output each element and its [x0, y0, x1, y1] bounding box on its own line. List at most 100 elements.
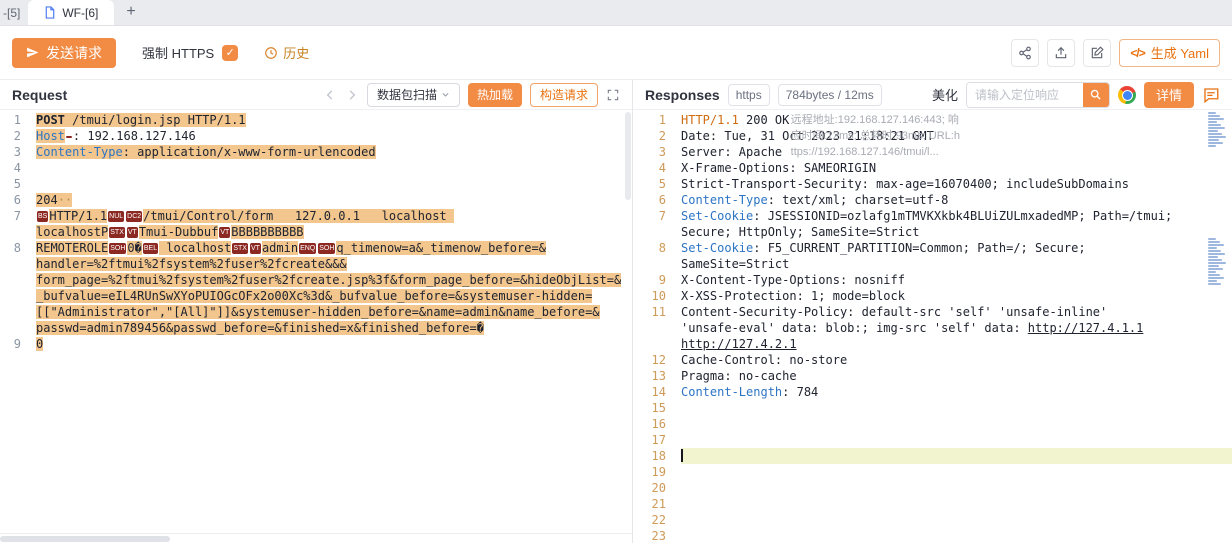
code-line[interactable]: 21: [633, 496, 1232, 512]
request-editor[interactable]: 1POST /tmui/login.jsp HTTP/1.12Host: 192…: [0, 110, 632, 533]
code-line[interactable]: [["Administrator","[All]"]]&systemuser-h…: [0, 304, 632, 320]
construct-request-button[interactable]: 构造请求: [530, 83, 598, 107]
code-line[interactable]: _bufvalue=eIL4RUnSwXYoPUIOGcOFx2o00Xc%3d…: [0, 288, 632, 304]
search-button[interactable]: [1083, 83, 1109, 107]
edit-button[interactable]: [1083, 39, 1111, 67]
code-line[interactable]: localhostPSTXVTTmui-DubbufVTBBBBBBBBBB: [0, 224, 632, 240]
line-content[interactable]: [36, 176, 632, 192]
code-line[interactable]: 7Set-Cookie: JSESSIONID=ozlafg1mTMVKXkbk…: [633, 208, 1232, 224]
code-line[interactable]: passwd=admin789456&passwd_before=&finish…: [0, 320, 632, 336]
send-request-button[interactable]: 发送请求: [12, 38, 116, 68]
code-line[interactable]: 12Cache-Control: no-store: [633, 352, 1232, 368]
generate-yaml-button[interactable]: </> 生成 Yaml: [1119, 39, 1220, 67]
line-content[interactable]: [681, 480, 1232, 496]
line-content[interactable]: passwd=admin789456&passwd_before=&finish…: [36, 320, 632, 336]
line-content[interactable]: Pragma: no-cache: [681, 368, 1232, 384]
code-line[interactable]: 15: [633, 400, 1232, 416]
export-button[interactable]: [1047, 39, 1075, 67]
line-content[interactable]: _bufvalue=eIL4RUnSwXYoPUIOGcOFx2o00Xc%3d…: [36, 288, 632, 304]
request-editor-hscrollbar[interactable]: [0, 533, 632, 543]
code-line[interactable]: handler=%2ftmui%2fsystem%2fuser%2fcreate…: [0, 256, 632, 272]
details-button[interactable]: 详情: [1144, 82, 1194, 108]
line-content[interactable]: handler=%2ftmui%2fsystem%2fuser%2fcreate…: [36, 256, 632, 272]
line-content[interactable]: SameSite=Strict: [681, 256, 1232, 272]
code-line[interactable]: 8REMOTEROLESOH0�BEL localhostSTXVTadminE…: [0, 240, 632, 256]
share-button[interactable]: [1011, 39, 1039, 67]
code-line[interactable]: 2Date: Tue, 31 Oct 2023 21:18:21 GMT: [633, 128, 1232, 144]
line-content[interactable]: Date: Tue, 31 Oct 2023 21:18:21 GMT: [681, 128, 1232, 144]
code-line[interactable]: 2Host: 192.168.127.146: [0, 128, 632, 144]
code-line[interactable]: SameSite=Strict: [633, 256, 1232, 272]
line-content[interactable]: Content-Type: text/xml; charset=utf-8: [681, 192, 1232, 208]
line-content[interactable]: Host: 192.168.127.146: [36, 128, 632, 144]
line-content[interactable]: 'unsafe-eval' data: blob:; img-src 'self…: [681, 320, 1232, 336]
code-line[interactable]: 4: [0, 160, 632, 176]
line-content[interactable]: 0: [36, 336, 632, 352]
line-content[interactable]: http://127.4.2.1: [681, 336, 1232, 352]
code-line[interactable]: 6Content-Type: text/xml; charset=utf-8: [633, 192, 1232, 208]
request-editor-vscrollbar[interactable]: [625, 112, 631, 200]
code-line[interactable]: 10X-XSS-Protection: 1; mode=block: [633, 288, 1232, 304]
code-line[interactable]: 7BSHTTP/1.1NULDC2/tmui/Control/form 127.…: [0, 208, 632, 224]
line-content[interactable]: BSHTTP/1.1NULDC2/tmui/Control/form 127.0…: [36, 208, 632, 224]
code-line[interactable]: 6204··: [0, 192, 632, 208]
line-content[interactable]: [681, 512, 1232, 528]
line-content[interactable]: Content-Length: 784: [681, 384, 1232, 400]
line-content[interactable]: Set-Cookie: F5_CURRENT_PARTITION=Common;…: [681, 240, 1232, 256]
code-line[interactable]: form_page=%2ftmui%2fsystem%2fuser%2fcrea…: [0, 272, 632, 288]
line-content[interactable]: X-Content-Type-Options: nosniff: [681, 272, 1232, 288]
request-editor-hscroll-thumb[interactable]: [0, 536, 170, 542]
history-button[interactable]: 历史: [264, 43, 309, 62]
line-content[interactable]: POST /tmui/login.jsp HTTP/1.1: [36, 112, 632, 128]
next-request-button[interactable]: [345, 88, 359, 102]
line-content[interactable]: Secure; HttpOnly; SameSite=Strict: [681, 224, 1232, 240]
code-line[interactable]: 9X-Content-Type-Options: nosniff: [633, 272, 1232, 288]
line-content[interactable]: X-XSS-Protection: 1; mode=block: [681, 288, 1232, 304]
code-line[interactable]: 5Strict-Transport-Security: max-age=1607…: [633, 176, 1232, 192]
line-content[interactable]: [681, 416, 1232, 432]
code-line[interactable]: 22: [633, 512, 1232, 528]
line-content[interactable]: Server: Apache: [681, 144, 1232, 160]
code-line[interactable]: 3Server: Apache: [633, 144, 1232, 160]
tab-active[interactable]: WF-[6]: [28, 0, 114, 25]
response-extra-button[interactable]: [1202, 86, 1220, 104]
line-content[interactable]: REMOTEROLESOH0�BEL localhostSTXVTadminEN…: [36, 240, 632, 256]
line-content[interactable]: localhostPSTXVTTmui-DubbufVTBBBBBBBBBB: [36, 224, 632, 240]
line-content[interactable]: [681, 496, 1232, 512]
code-line[interactable]: 20: [633, 480, 1232, 496]
line-content[interactable]: [681, 400, 1232, 416]
open-in-chrome-button[interactable]: [1118, 86, 1136, 104]
code-line[interactable]: 16: [633, 416, 1232, 432]
line-content[interactable]: [36, 160, 632, 176]
code-line[interactable]: 'unsafe-eval' data: blob:; img-src 'self…: [633, 320, 1232, 336]
line-content[interactable]: [681, 432, 1232, 448]
minimap[interactable]: [1208, 112, 1230, 543]
packet-scan-button[interactable]: 数据包扫描: [367, 83, 460, 107]
new-tab-button[interactable]: +: [126, 3, 135, 25]
code-line[interactable]: 3Content-Type: application/x-www-form-ur…: [0, 144, 632, 160]
code-line[interactable]: Secure; HttpOnly; SameSite=Strict: [633, 224, 1232, 240]
code-line[interactable]: http://127.4.2.1: [633, 336, 1232, 352]
line-content[interactable]: HTTP/1.1 200 OK: [681, 112, 1232, 128]
beautify-button[interactable]: 美化: [932, 85, 958, 104]
fullscreen-button[interactable]: [606, 88, 620, 102]
code-line[interactable]: 11Content-Security-Policy: default-src '…: [633, 304, 1232, 320]
line-content[interactable]: 204··: [36, 192, 632, 208]
code-line[interactable]: 1POST /tmui/login.jsp HTTP/1.1: [0, 112, 632, 128]
force-https-checkbox[interactable]: ✓: [222, 45, 238, 61]
code-line[interactable]: 23: [633, 528, 1232, 543]
line-content[interactable]: Strict-Transport-Security: max-age=16070…: [681, 176, 1232, 192]
code-line[interactable]: 90: [0, 336, 632, 352]
prev-request-button[interactable]: [323, 88, 337, 102]
code-line[interactable]: 18: [633, 448, 1232, 464]
line-content[interactable]: Content-Security-Policy: default-src 'se…: [681, 304, 1232, 320]
hot-reload-button[interactable]: 热加载: [468, 83, 522, 107]
line-content[interactable]: [681, 464, 1232, 480]
line-content[interactable]: X-Frame-Options: SAMEORIGIN: [681, 160, 1232, 176]
line-content[interactable]: Cache-Control: no-store: [681, 352, 1232, 368]
line-content[interactable]: Set-Cookie: JSESSIONID=ozlafg1mTMVKXkbk4…: [681, 208, 1232, 224]
line-content[interactable]: [["Administrator","[All]"]]&systemuser-h…: [36, 304, 632, 320]
code-line[interactable]: 13Pragma: no-cache: [633, 368, 1232, 384]
line-content[interactable]: Content-Type: application/x-www-form-url…: [36, 144, 632, 160]
response-editor[interactable]: 远程地址:192.168.127.146:443; 响 应时间:12ms; 总耗…: [633, 110, 1232, 543]
